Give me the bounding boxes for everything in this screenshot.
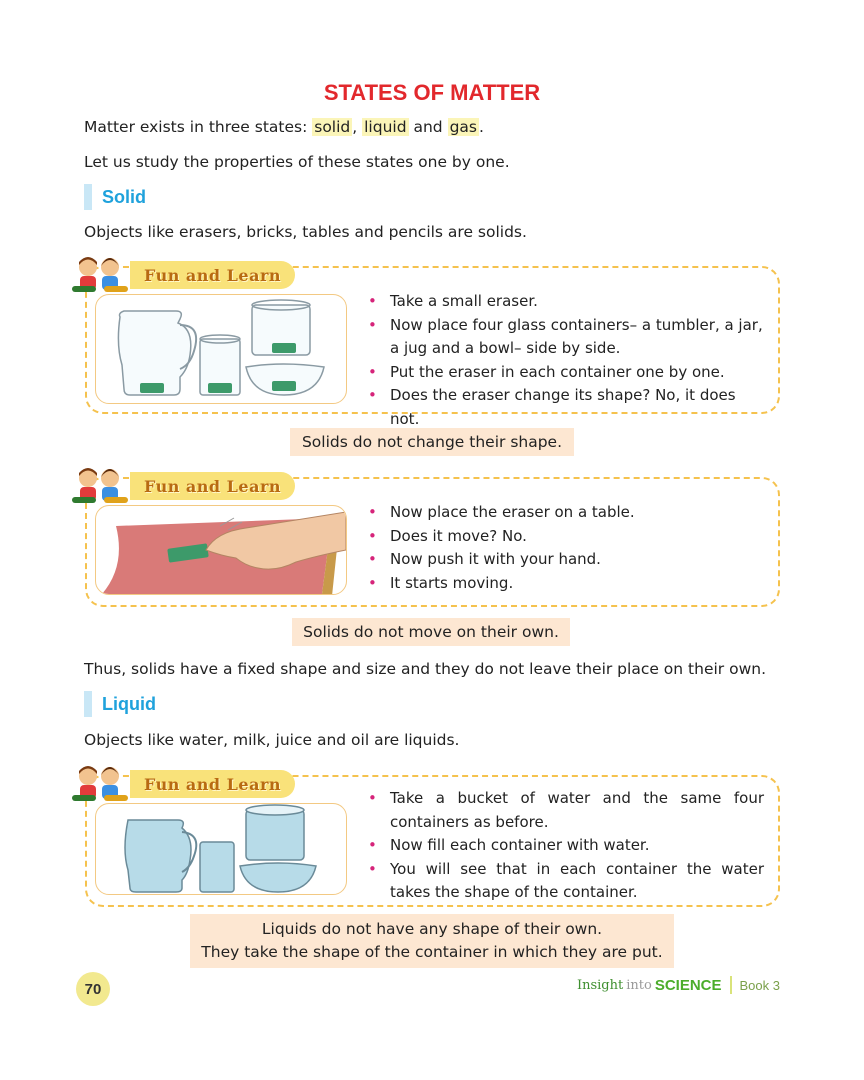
list-item: Now fill each container with water. — [366, 834, 764, 858]
water-containers-illustration — [95, 803, 347, 895]
note-box-1: Solids do not change their shape. — [290, 428, 574, 456]
page-title: STATES OF MATTER — [323, 80, 541, 105]
section-heading-label: Liquid — [102, 693, 156, 714]
intro-comma: , — [352, 118, 363, 136]
intro-paragraph: Matter exists in three states: solid, li… — [84, 118, 484, 136]
kids-icon — [72, 257, 128, 292]
section-heading-solid: Solid — [84, 184, 146, 210]
hand-push-eraser-illustration — [95, 505, 347, 595]
containers-image — [117, 299, 325, 396]
section-heading-liquid: Liquid — [84, 691, 156, 717]
containers-eraser-illustration — [95, 294, 347, 404]
intro-end: . — [478, 118, 484, 136]
fun-learn-tag: Fun and Learn — [130, 770, 296, 798]
kids-icon — [72, 468, 128, 503]
book-footer: Insight into SCIENCE Book 3 — [577, 976, 780, 994]
list-item: Put the eraser in each container one by … — [366, 361, 766, 385]
list-item: Does the eraser change its shape? No, it… — [366, 384, 766, 431]
list-item: Does it move? No. — [366, 525, 766, 549]
solid-examples: Objects like erasers, bricks, tables and… — [84, 223, 527, 241]
page-number: 70 — [76, 972, 110, 1006]
footer-divider — [729, 976, 732, 994]
list-item: It starts moving. — [366, 572, 766, 596]
activity3-bullets: Take a bucket of water and the same four… — [366, 787, 764, 905]
activity1-bullets: Take a small eraser. Now place four glas… — [366, 290, 766, 431]
hand-eraser-image — [102, 511, 346, 594]
section-heading-label: Solid — [102, 186, 146, 207]
highlight-solid: solid — [312, 118, 353, 136]
fun-learn-tag-label: Fun and Learn — [144, 265, 282, 285]
solid-summary: Thus, solids have a fixed shape and size… — [84, 660, 766, 678]
heading-bar — [84, 691, 92, 717]
highlight-gas: gas — [447, 118, 479, 136]
list-item: Now place the eraser on a table. — [366, 501, 766, 525]
list-item: Take a bucket of water and the same four… — [366, 787, 764, 834]
note-line-2: They take the shape of the container in … — [201, 943, 663, 961]
activity2-bullets: Now place the eraser on a table. Does it… — [366, 501, 766, 595]
footer-into: into — [626, 977, 652, 993]
list-item: Now place four glass containers– a tumbl… — [366, 314, 766, 361]
footer-science: SCIENCE — [654, 976, 722, 994]
note-box-2: Solids do not move on their own. — [292, 618, 570, 646]
list-item: Take a small eraser. — [366, 290, 766, 314]
fun-learn-tag-label: Fun and Learn — [144, 476, 282, 496]
fun-learn-tag-label: Fun and Learn — [144, 774, 282, 794]
liquid-examples: Objects like water, milk, juice and oil … — [84, 731, 460, 749]
note-box-3: Liquids do not have any shape of their o… — [190, 914, 674, 968]
fun-learn-header-1: Fun and Learn — [70, 254, 296, 296]
study-line: Let us study the properties of these sta… — [84, 153, 510, 171]
intro-text: Matter exists in three states: — [84, 118, 313, 136]
fun-learn-tag: Fun and Learn — [130, 472, 296, 500]
water-containers-image — [124, 804, 317, 893]
intro-and: and — [408, 118, 448, 136]
kids-icon — [72, 766, 128, 801]
footer-insight: Insight — [576, 977, 624, 993]
fun-learn-tag: Fun and Learn — [130, 261, 296, 289]
footer-book: Book 3 — [739, 977, 780, 993]
list-item: Now push it with your hand. — [366, 548, 766, 572]
fun-learn-header-3: Fun and Learn — [70, 763, 296, 805]
note-line-1: Liquids do not have any shape of their o… — [261, 920, 603, 938]
highlight-liquid: liquid — [362, 118, 409, 136]
fun-learn-header-2: Fun and Learn — [70, 465, 296, 507]
heading-bar — [84, 184, 92, 210]
list-item: You will see that in each container the … — [366, 858, 764, 905]
